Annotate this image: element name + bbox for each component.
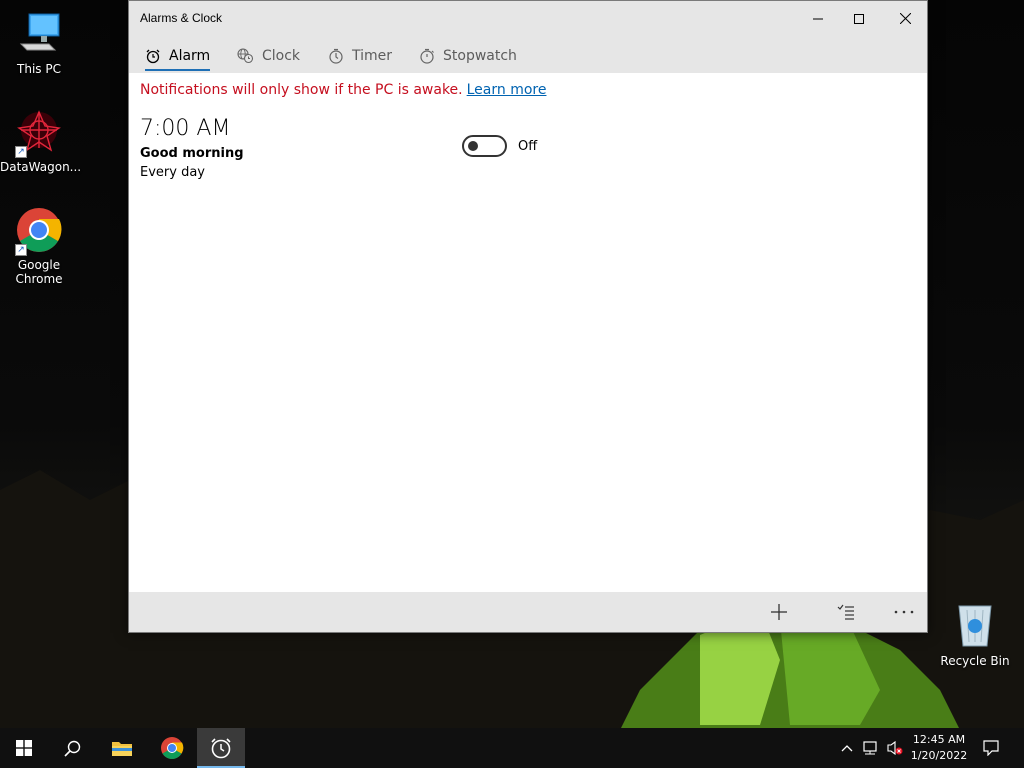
add-alarm-button[interactable] [759,596,799,628]
notification-icon [983,740,999,756]
datawagon-icon: ↗ [15,108,63,158]
alarms-clock-window: Alarms & Clock Alarm Clock Timer Stopwat… [128,0,928,633]
stopwatch-icon [420,48,434,64]
desktop-icon-recycle-bin[interactable]: Recycle Bin [936,602,1014,668]
alarm-repeat: Every day [140,165,205,180]
shortcut-arrow-icon: ↗ [15,244,27,256]
start-button[interactable] [0,728,48,768]
taskbar-chrome[interactable] [148,728,196,768]
maximize-icon [854,13,864,24]
close-icon [899,13,911,24]
taskbar-clock[interactable]: 12:45 AM 1/20/2022 [906,732,972,764]
tab-bar: Alarm Clock Timer Stopwatch [129,36,927,73]
chrome-icon: ↗ [15,206,63,256]
tab-clock[interactable]: Clock [237,44,300,68]
minimize-icon [813,18,823,19]
alarm-list: Notifications will only show if the PC i… [129,73,927,592]
select-alarms-button[interactable] [826,596,866,628]
tab-label: Alarm [169,48,211,64]
taskbar: 12:45 AM 1/20/2022 [0,728,1024,768]
taskbar-file-explorer[interactable] [98,728,146,768]
network-button[interactable] [860,728,882,768]
show-hidden-icons-button[interactable] [838,728,856,768]
windows-logo-icon [16,740,32,756]
alarm-clock-icon [211,738,231,759]
volume-muted-icon [887,740,903,756]
title-bar[interactable]: Alarms & Clock [129,1,927,36]
tab-label: Clock [262,48,301,64]
shortcut-arrow-icon: ↗ [15,146,27,158]
alarm-toggle[interactable] [462,135,507,157]
desktop-icon-label: Recycle Bin [940,654,1010,668]
learn-more-link[interactable]: Learn more [467,82,547,98]
close-button[interactable] [882,1,928,36]
toggle-state-label: Off [518,139,538,154]
alarm-name: Good morning [140,146,244,161]
taskbar-alarms-clock[interactable] [197,728,245,768]
search-button[interactable] [48,728,96,768]
computer-icon [15,10,63,58]
desktop-icon-datawagon[interactable]: ↗ DataWagon... [0,108,82,174]
tab-alarm[interactable]: Alarm [145,44,211,71]
window-title: Alarms & Clock [140,11,223,25]
desktop-icon-this-pc[interactable]: This PC [0,10,78,76]
tab-label: Timer [352,48,393,64]
more-options-button[interactable] [884,596,924,628]
add-icon [771,604,787,620]
alarm-time: 7:00 AM [140,116,231,141]
desktop-icon-label: DataWagon... [0,160,82,174]
select-alarms-icon [837,604,854,620]
awake-notice: Notifications will only show if the PC i… [140,82,546,98]
notice-text: Notifications will only show if the PC i… [140,82,463,98]
command-bar [129,592,927,632]
tab-timer[interactable]: Timer [328,44,392,68]
tab-label: Stopwatch [443,48,517,64]
recycle-bin-icon [951,602,999,650]
network-icon [863,741,877,755]
chevron-up-icon [841,745,853,752]
toggle-knob [468,141,478,151]
more-icon [894,610,914,614]
clock-time: 12:45 AM [912,733,966,746]
maximize-button[interactable] [836,1,882,36]
world-clock-icon [237,48,254,64]
timer-icon [329,48,343,64]
desktop-icon-label: This PC [17,62,61,76]
volume-button[interactable] [884,728,906,768]
tab-stopwatch[interactable]: Stopwatch [419,44,517,68]
notification-center-button[interactable] [978,728,1004,768]
alarm-clock-icon [146,49,160,64]
minimize-button[interactable] [795,1,841,36]
desktop-icon-google-chrome[interactable]: ↗ Google Chrome [0,206,78,286]
desktop-icon-label: Google Chrome [15,258,63,286]
folder-icon [112,742,132,756]
chrome-icon [161,737,184,759]
search-icon [63,740,80,757]
clock-date: 1/20/2022 [910,749,968,762]
